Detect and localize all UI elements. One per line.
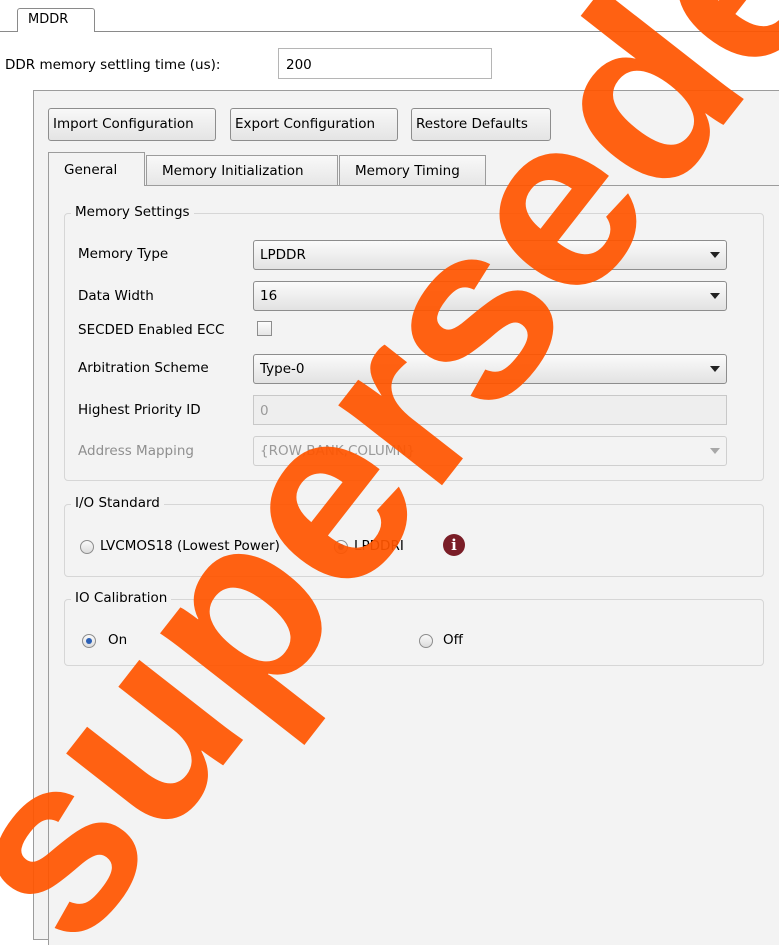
io-calibration-title: IO Calibration: [71, 590, 172, 606]
inner-tab-divider: [48, 185, 779, 186]
calibration-off-radio[interactable]: [419, 634, 433, 648]
secded-label: SECDED Enabled ECC: [78, 322, 225, 338]
arbitration-scheme-select[interactable]: Type-0: [253, 354, 727, 384]
arbitration-scheme-label: Arbitration Scheme: [78, 360, 209, 376]
memory-type-label: Memory Type: [78, 246, 169, 262]
data-width-select[interactable]: 16: [253, 281, 727, 311]
chevron-down-icon: [710, 252, 720, 258]
highest-priority-id-input[interactable]: 0: [253, 395, 727, 425]
tab-general[interactable]: General: [48, 152, 145, 186]
info-icon[interactable]: i: [443, 534, 465, 556]
restore-defaults-button[interactable]: Restore Defaults: [411, 108, 551, 141]
chevron-down-icon: [710, 448, 720, 454]
lvcmos18-radio[interactable]: [80, 540, 94, 554]
settling-time-label: DDR memory settling time (us):: [5, 57, 221, 73]
address-mapping-value: {ROW,BANK,COLUMN}: [260, 443, 416, 459]
calibration-on-radio[interactable]: [82, 634, 96, 648]
address-mapping-select[interactable]: {ROW,BANK,COLUMN}: [253, 436, 727, 466]
tab-mddr-label: MDDR: [28, 12, 69, 27]
memory-settings-title: Memory Settings: [71, 204, 194, 220]
chevron-down-icon: [710, 293, 720, 299]
memory-type-value: LPDDR: [260, 247, 306, 263]
tab-memory-timing[interactable]: Memory Timing: [339, 155, 486, 185]
import-configuration-button[interactable]: Import Configuration: [48, 108, 216, 141]
settling-time-input[interactable]: 200: [278, 48, 492, 79]
data-width-label: Data Width: [78, 288, 154, 304]
io-standard-title: I/O Standard: [71, 495, 164, 511]
lpddri-radio[interactable]: [334, 540, 348, 554]
address-mapping-label: Address Mapping: [78, 443, 194, 459]
highest-priority-id-label: Highest Priority ID: [78, 402, 201, 418]
calibration-on-label[interactable]: On: [108, 632, 127, 648]
arbitration-scheme-value: Type-0: [260, 361, 305, 377]
io-calibration-group: [64, 599, 764, 666]
tab-mddr[interactable]: MDDR: [17, 8, 95, 32]
lpddri-label[interactable]: LPDDRI: [354, 538, 404, 554]
outer-tab-gap: [18, 31, 94, 32]
memory-type-select[interactable]: LPDDR: [253, 240, 727, 270]
data-width-value: 16: [260, 288, 278, 304]
outer-tab-divider: [0, 31, 779, 32]
tab-memory-initialization[interactable]: Memory Initialization: [146, 155, 338, 185]
secded-checkbox[interactable]: [257, 321, 272, 336]
lvcmos18-label[interactable]: LVCMOS18 (Lowest Power): [100, 538, 280, 554]
calibration-off-label[interactable]: Off: [443, 632, 463, 648]
inner-tab-gap: [49, 185, 144, 186]
chevron-down-icon: [710, 366, 720, 372]
export-configuration-button[interactable]: Export Configuration: [230, 108, 398, 141]
